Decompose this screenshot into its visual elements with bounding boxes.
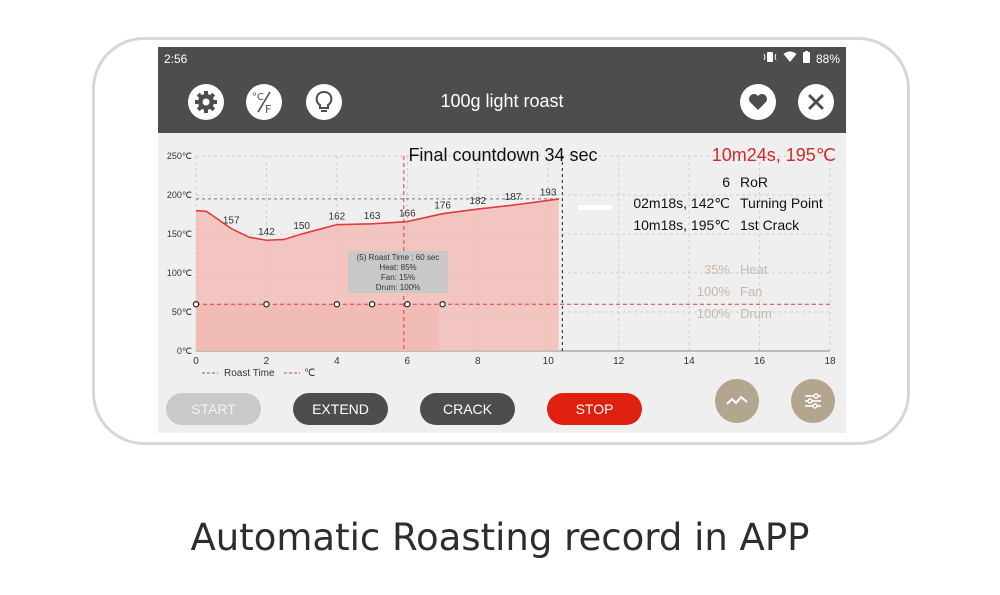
x-tick-label: 8 [475,356,481,367]
first-crack-value: 10m18s, 195℃ [633,217,730,233]
x-tick-label: 12 [613,356,625,367]
control-point-marker [333,300,341,308]
battery-icon [802,51,810,66]
final-countdown: Final countdown 34 sec [408,145,597,165]
wifi-icon [783,51,797,66]
data-label: 182 [469,196,486,207]
sliders-button[interactable] [791,379,835,423]
sliders-icon [805,393,821,409]
turning-point-value: 02m18s, 142℃ [633,195,730,211]
drum-value: 100% [697,306,731,321]
x-tick-label: 14 [684,356,696,367]
tooltip-line: (5) Roast Time : 60 sec [357,253,440,262]
y-tick-label: 250℃ [167,151,192,161]
vibrate-icon [763,51,777,66]
control-point-marker [192,300,200,308]
x-tick-label: 16 [754,356,766,367]
data-label: 157 [223,216,240,227]
ror-value: 6 [722,174,730,190]
elapsed-time-temp: 10m24s, 195℃ [712,145,836,165]
turning-point-label: Turning Point [740,195,823,211]
crack-button[interactable]: CRACK [420,393,515,425]
caption: Automatic Roasting record in APP [190,516,810,559]
extend-button[interactable]: EXTEND [293,393,388,425]
chart-line-icon [726,395,748,405]
roast-chart: 157142150162 163 166176 182 187 193 0 2 4 6 8 10 12… [167,145,836,379]
close-icon[interactable] [798,84,834,120]
data-label: 142 [258,227,275,238]
data-label: 193 [540,187,557,198]
battery-percent: 88% [815,51,840,66]
stop-button[interactable]: STOP [547,393,642,425]
data-label: 163 [364,211,381,222]
y-tick-label: 100℃ [167,268,192,278]
data-label: 187 [505,192,522,203]
app-screen: 2:56 88% °C F 100g light roast 157 142 1… [158,47,846,433]
drum-label: Drum [740,306,772,321]
first-crack-label: 1st Crack [740,217,800,233]
y-tick-label: 0℃ [177,346,192,356]
heat-value: 35% [704,262,730,277]
legend-temp: ℃ [304,368,315,379]
heat-label: Heat [740,262,768,277]
tooltip-line: Heat: 85% [379,263,416,272]
data-label: 176 [434,201,451,212]
app-bar: °C F 100g light roast [158,71,846,133]
y-tick-label: 50℃ [172,307,192,317]
chart-line-button[interactable] [715,379,759,423]
x-tick-label: 18 [824,356,836,367]
control-point-marker [439,300,446,308]
data-label: 166 [399,209,416,220]
data-label: 150 [293,221,310,232]
x-tick-label: 2 [264,356,270,367]
fan-label: Fan [740,284,762,299]
control-point-marker [404,300,411,308]
legend-swatch [578,205,612,210]
x-tick-label: 10 [543,356,555,367]
start-button[interactable]: START [166,393,261,425]
control-point-marker [368,300,376,308]
data-label: 162 [329,212,346,223]
x-tick-label: 6 [405,356,411,367]
status-bar: 2:56 88% [158,47,846,71]
status-time: 2:56 [164,52,188,66]
fan-value: 100% [697,284,731,299]
y-tick-label: 150℃ [167,229,192,239]
ror-label: RoR [740,174,768,190]
x-tick-label: 0 [193,356,199,367]
control-point-marker [263,300,270,308]
heart-icon[interactable] [740,84,776,120]
x-tick-label: 4 [334,356,340,367]
y-tick-label: 200℃ [167,190,192,200]
tooltip-line: Fan: 15% [381,273,415,282]
tooltip-line: Drum: 100% [376,283,420,292]
legend-roast-time: Roast Time [224,368,275,379]
